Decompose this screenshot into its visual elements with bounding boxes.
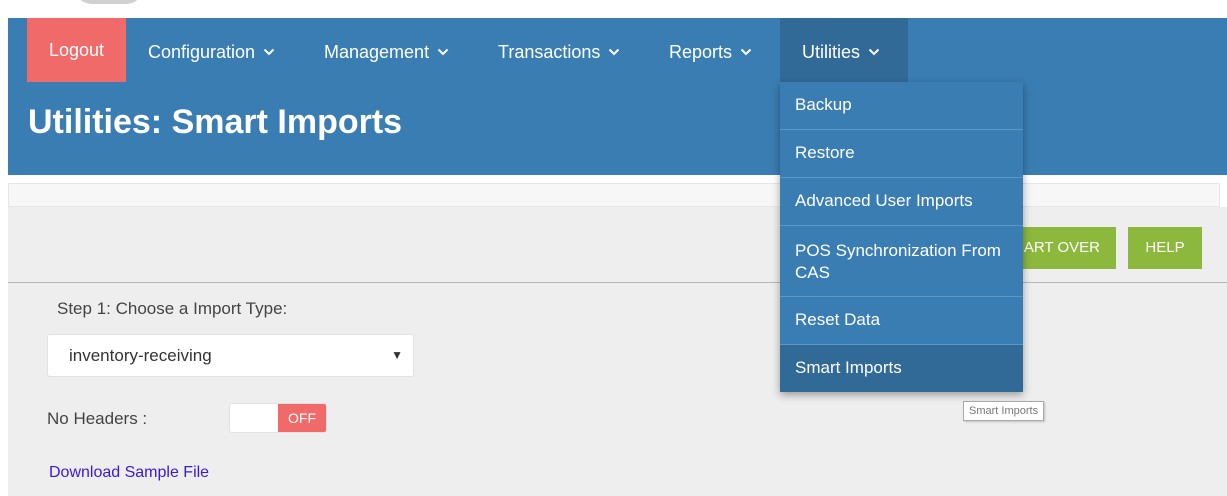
nav-configuration[interactable]: Configuration (148, 18, 275, 82)
menu-item-backup[interactable]: Backup (780, 82, 1023, 130)
import-type-value: inventory-receiving (69, 346, 212, 365)
nav-utilities[interactable]: Utilities (780, 18, 908, 82)
nav-transactions-label: Transactions (498, 42, 601, 62)
toggle-off-state: OFF (278, 404, 326, 432)
page-header: Utilities: Smart Imports (8, 82, 1227, 175)
download-sample-link[interactable]: Download Sample File (49, 464, 209, 482)
page-title: Utilities: Smart Imports (28, 103, 403, 141)
nav-reports-label: Reports (669, 42, 733, 62)
chevron-down-icon (740, 18, 752, 82)
chevron-down-icon (263, 18, 275, 82)
nav-management-label: Management (324, 42, 430, 62)
caret-down-icon: ▼ (391, 348, 403, 362)
nav-configuration-label: Configuration (148, 42, 256, 62)
main-navbar: Logout Configuration Management Transact… (8, 18, 1227, 82)
chevron-down-icon (437, 18, 449, 82)
chevron-down-icon (608, 18, 620, 82)
chevron-down-icon (868, 18, 880, 82)
tooltip: Smart Imports (963, 401, 1045, 421)
menu-item-advanced-user-imports[interactable]: Advanced User Imports (780, 178, 1023, 226)
logo-fragment (74, 0, 144, 4)
nav-utilities-label: Utilities (802, 42, 861, 62)
nav-reports[interactable]: Reports (669, 18, 752, 82)
utilities-dropdown-menu: Backup Restore Advanced User Imports POS… (780, 82, 1023, 392)
help-button[interactable]: HELP (1128, 227, 1202, 269)
import-type-select[interactable]: inventory-receiving ▼ (47, 334, 414, 377)
menu-item-pos-synchronization[interactable]: POS Synchronization From CAS (780, 226, 1023, 297)
menu-item-reset-data[interactable]: Reset Data (780, 297, 1023, 345)
menu-item-restore[interactable]: Restore (780, 130, 1023, 178)
menu-item-smart-imports[interactable]: Smart Imports (780, 345, 1023, 392)
no-headers-label: No Headers : (47, 409, 148, 428)
no-headers-toggle[interactable]: OFF (229, 403, 327, 433)
step1-label: Step 1: Choose a Import Type: (57, 299, 288, 318)
nav-transactions[interactable]: Transactions (498, 18, 620, 82)
logout-button[interactable]: Logout (27, 18, 126, 82)
breadcrumb-strip (8, 183, 1220, 207)
nav-management[interactable]: Management (324, 18, 449, 82)
